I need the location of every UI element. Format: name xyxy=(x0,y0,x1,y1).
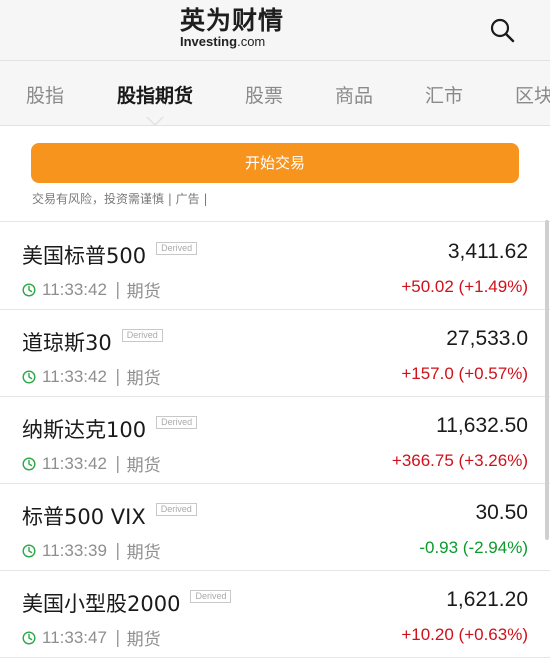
meta-separator: | xyxy=(114,627,121,648)
app-header: 英为财情 Investing.com xyxy=(0,0,550,61)
logo-english-text: Investing.com xyxy=(180,34,266,49)
instrument-name-text: 道琼斯30 xyxy=(22,331,112,355)
scrollbar[interactable] xyxy=(545,220,549,540)
price-change: +366.75 (+3.26%) xyxy=(391,451,528,470)
derived-badge: Derived xyxy=(155,503,197,516)
price-change: +157.0 (+0.57%) xyxy=(401,364,528,383)
clock-icon xyxy=(22,282,36,297)
quote-time: 11:33:47 xyxy=(42,627,107,647)
tab-forex[interactable]: 汇市 xyxy=(425,81,463,108)
tab-stocks[interactable]: 股票 xyxy=(245,81,283,108)
quote-time: 11:33:42 xyxy=(42,279,107,299)
investing-logo[interactable]: 英为财情 Investing.com xyxy=(180,8,300,52)
tab-crypto[interactable]: 区块 xyxy=(515,81,550,108)
quote-row[interactable]: 美国小型股2000 Derived 1,621.20 11:33:47 | 期货 +10.2… xyxy=(0,570,550,658)
category-tabs: 股指 股指期货 股票 商品 汇市 区块 xyxy=(0,61,550,126)
instrument-name: 标普500 VIX Derived xyxy=(22,501,197,531)
quote-time: 11:33:39 xyxy=(42,540,107,560)
clock-icon xyxy=(22,543,36,558)
instrument-name: 道琼斯30 Derived xyxy=(22,327,163,357)
quote-meta: 11:33:39 | 期货 xyxy=(22,538,161,563)
clock-icon xyxy=(22,630,36,645)
start-trading-button[interactable]: 开始交易 xyxy=(31,143,519,183)
derived-badge: Derived xyxy=(190,590,232,603)
search-button[interactable] xyxy=(488,16,518,46)
tab-indices[interactable]: 股指 xyxy=(26,81,64,108)
quote-time: 11:33:42 xyxy=(42,366,107,386)
quote-row[interactable]: 标普500 VIX Derived 30.50 11:33:39 | 期货 -0.93 (-… xyxy=(0,483,550,571)
instrument-type: 期货 xyxy=(126,282,161,302)
meta-separator: | xyxy=(114,540,121,561)
instrument-name: 美国小型股2000 Derived xyxy=(22,588,232,618)
derived-badge: Derived xyxy=(156,416,198,429)
last-price: 11,632.50 xyxy=(436,414,528,437)
quote-meta: 11:33:47 | 期货 xyxy=(22,625,161,650)
quote-time: 11:33:42 xyxy=(42,453,107,473)
instrument-type: 期货 xyxy=(126,543,161,563)
quote-row[interactable]: 纳斯达克100 Derived 11,632.50 11:33:42 | 期货 +366.7… xyxy=(0,396,550,484)
instrument-name-text: 美国小型股2000 xyxy=(22,592,181,616)
derived-badge: Derived xyxy=(156,242,198,255)
logo-chinese-text: 英为财情 xyxy=(180,6,285,35)
instrument-type: 期货 xyxy=(126,456,161,476)
price-change: +10.20 (+0.63%) xyxy=(401,625,528,644)
instrument-name: 美国标普500 Derived xyxy=(22,240,198,270)
search-icon xyxy=(490,18,515,43)
quote-meta: 11:33:42 | 期货 xyxy=(22,277,161,302)
active-tab-pointer xyxy=(147,116,163,124)
last-price: 3,411.62 xyxy=(447,240,528,263)
instrument-name-text: 美国标普500 xyxy=(22,244,147,268)
last-price: 27,533.0 xyxy=(446,327,528,350)
price-change: +50.02 (+1.49%) xyxy=(401,277,528,296)
quote-meta: 11:33:42 | 期货 xyxy=(22,364,161,389)
price-change: -0.93 (-2.94%) xyxy=(419,538,528,557)
quote-row[interactable]: 美国标普500 Derived 3,411.62 11:33:42 | 期货 +50.02 … xyxy=(0,222,550,310)
meta-separator: | xyxy=(114,279,121,300)
meta-separator: | xyxy=(114,453,121,474)
last-price: 30.50 xyxy=(475,501,528,524)
instrument-name-text: 标普500 VIX xyxy=(22,505,146,529)
ad-disclaimer: 交易有风险，投资需谨慎 | 广告 | xyxy=(32,192,208,206)
instrument-type: 期货 xyxy=(126,369,161,389)
tab-commodities[interactable]: 商品 xyxy=(335,81,373,108)
derived-badge: Derived xyxy=(121,329,163,342)
clock-icon xyxy=(22,456,36,471)
quote-row[interactable]: 道琼斯30 Derived 27,533.0 11:33:42 | 期货 +157.0 (+… xyxy=(0,309,550,397)
instrument-name-text: 纳斯达克100 xyxy=(22,418,147,442)
instrument-name: 纳斯达克100 Derived xyxy=(22,414,198,444)
meta-separator: | xyxy=(114,366,121,387)
quote-meta: 11:33:42 | 期货 xyxy=(22,451,161,476)
clock-icon xyxy=(22,369,36,384)
tab-index-futures[interactable]: 股指期货 xyxy=(117,81,193,108)
instrument-type: 期货 xyxy=(126,630,161,650)
last-price: 1,621.20 xyxy=(446,588,528,611)
